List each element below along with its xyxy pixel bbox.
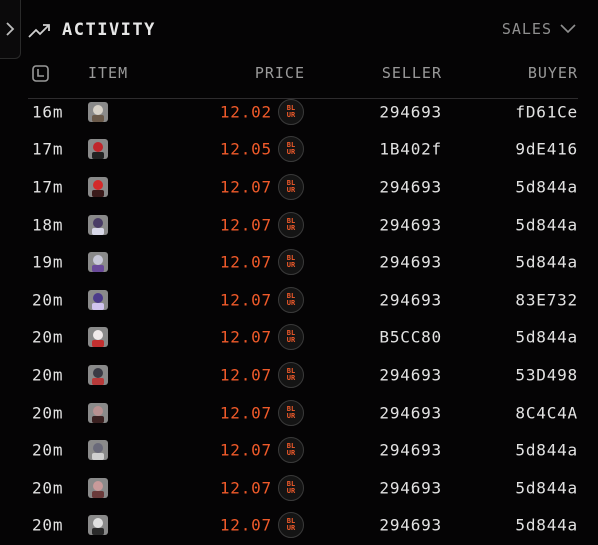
buyer-address[interactable]: 83E732: [515, 290, 578, 309]
item-thumbnail[interactable]: [88, 327, 108, 348]
seller-address[interactable]: 294693: [379, 403, 442, 422]
seller-address[interactable]: 294693: [379, 441, 442, 460]
blur-token-icon: BL UR: [278, 249, 304, 276]
activity-list: 16m 12.02 BL UR 294693 fD61Ce 17m 12.05 BL UR 1B40…: [0, 93, 598, 544]
seller-address[interactable]: 294693: [379, 290, 442, 309]
buyer-address[interactable]: 9dE416: [515, 140, 578, 159]
sale-time: 18m: [32, 215, 64, 235]
buyer-address[interactable]: 5d844a: [515, 516, 578, 535]
blur-token-icon: BL UR: [278, 399, 304, 426]
sale-price: 12.07: [219, 515, 272, 535]
item-thumbnail[interactable]: [88, 101, 108, 122]
sale-price: 12.07: [219, 403, 272, 423]
blur-token-icon: BL UR: [278, 361, 304, 388]
table-row[interactable]: 17m 12.07 BL UR 294693 5d844a: [0, 168, 598, 206]
sale-price: 12.07: [219, 215, 272, 235]
seller-address[interactable]: 1B402f: [379, 140, 442, 159]
item-thumbnail[interactable]: [88, 515, 108, 536]
expand-panel-button[interactable]: [0, 0, 21, 59]
buyer-address[interactable]: 5d844a: [515, 253, 578, 272]
clock-icon: [32, 65, 49, 82]
buyer-address[interactable]: 5d844a: [515, 328, 578, 347]
blur-token-icon: BL UR: [278, 437, 304, 464]
blur-token-icon: BL UR: [278, 211, 304, 238]
table-row[interactable]: 20m 12.07 BL UR 294693 53D498: [0, 356, 598, 394]
sale-price: 12.07: [219, 252, 272, 272]
column-header-item[interactable]: ITEM: [88, 64, 128, 82]
seller-address[interactable]: 294693: [379, 478, 442, 497]
sale-price: 12.05: [219, 139, 272, 159]
blur-token-icon: BL UR: [278, 173, 304, 200]
sale-time: 17m: [32, 177, 64, 197]
column-header-price[interactable]: PRICE: [255, 64, 305, 82]
sale-price: 12.07: [219, 327, 272, 347]
table-row[interactable]: 20m 12.07 BL UR 294693 5d844a: [0, 469, 598, 507]
buyer-address[interactable]: 53D498: [515, 365, 578, 384]
item-thumbnail[interactable]: [88, 440, 108, 461]
column-header-seller[interactable]: SELLER: [382, 64, 442, 82]
blur-token-icon: BL UR: [278, 324, 304, 351]
buyer-address[interactable]: 5d844a: [515, 441, 578, 460]
sale-price: 12.07: [219, 290, 272, 310]
sales-filter-label: SALES: [501, 20, 552, 38]
sale-price: 12.07: [219, 177, 272, 197]
sale-time: 20m: [32, 478, 64, 498]
item-thumbnail[interactable]: [88, 139, 108, 160]
trending-up-icon: [28, 24, 50, 38]
sale-price: 12.02: [219, 102, 272, 122]
sale-time: 20m: [32, 327, 64, 347]
sale-time: 20m: [32, 440, 64, 460]
buyer-address[interactable]: 5d844a: [515, 215, 578, 234]
sale-time: 20m: [32, 515, 64, 535]
activity-header: ACTIVITY: [28, 16, 156, 44]
blur-token-icon: BL UR: [278, 474, 304, 501]
seller-address[interactable]: 294693: [379, 516, 442, 535]
seller-address[interactable]: 294693: [379, 215, 442, 234]
blur-token-icon: BL UR: [278, 512, 304, 539]
column-header-buyer[interactable]: BUYER: [528, 64, 578, 82]
sale-time: 20m: [32, 403, 64, 423]
sale-time: 19m: [32, 252, 64, 272]
table-row[interactable]: 18m 12.07 BL UR 294693 5d844a: [0, 206, 598, 244]
table-row[interactable]: 20m 12.07 BL UR B5CC80 5d844a: [0, 319, 598, 357]
chevron-down-icon: [560, 24, 576, 34]
table-row[interactable]: 20m 12.07 BL UR 294693 83E732: [0, 281, 598, 319]
chevron-right-icon: [6, 22, 15, 36]
blur-token-icon: BL UR: [278, 286, 304, 313]
buyer-address[interactable]: fD61Ce: [515, 102, 578, 121]
sales-filter-dropdown[interactable]: SALES: [502, 20, 576, 38]
item-thumbnail[interactable]: [88, 402, 108, 423]
table-header: ITEM PRICE SELLER BUYER: [0, 64, 598, 86]
page-title: ACTIVITY: [62, 20, 156, 40]
seller-address[interactable]: B5CC80: [379, 328, 442, 347]
buyer-address[interactable]: 5d844a: [515, 478, 578, 497]
item-thumbnail[interactable]: [88, 364, 108, 385]
item-thumbnail[interactable]: [88, 477, 108, 498]
sale-time: 20m: [32, 290, 64, 310]
table-row[interactable]: 16m 12.02 BL UR 294693 fD61Ce: [0, 93, 598, 131]
table-row[interactable]: 17m 12.05 BL UR 1B402f 9dE416: [0, 131, 598, 169]
table-row[interactable]: 20m 12.07 BL UR 294693 8C4C4A: [0, 394, 598, 432]
buyer-address[interactable]: 5d844a: [515, 177, 578, 196]
seller-address[interactable]: 294693: [379, 102, 442, 121]
sale-price: 12.07: [219, 440, 272, 460]
table-row[interactable]: 20m 12.07 BL UR 294693 5d844a: [0, 431, 598, 469]
item-thumbnail[interactable]: [88, 252, 108, 273]
seller-address[interactable]: 294693: [379, 177, 442, 196]
item-thumbnail[interactable]: [88, 176, 108, 197]
item-thumbnail[interactable]: [88, 214, 108, 235]
table-row[interactable]: 20m 12.07 BL UR 294693 5d844a: [0, 507, 598, 545]
blur-token-icon: BL UR: [278, 136, 304, 163]
seller-address[interactable]: 294693: [379, 365, 442, 384]
table-row[interactable]: 19m 12.07 BL UR 294693 5d844a: [0, 243, 598, 281]
sale-time: 17m: [32, 139, 64, 159]
buyer-address[interactable]: 8C4C4A: [515, 403, 578, 422]
sale-price: 12.07: [219, 478, 272, 498]
blur-token-icon: BL UR: [278, 98, 304, 125]
sale-time: 16m: [32, 102, 64, 122]
sale-price: 12.07: [219, 365, 272, 385]
sale-time: 20m: [32, 365, 64, 385]
seller-address[interactable]: 294693: [379, 253, 442, 272]
item-thumbnail[interactable]: [88, 289, 108, 310]
